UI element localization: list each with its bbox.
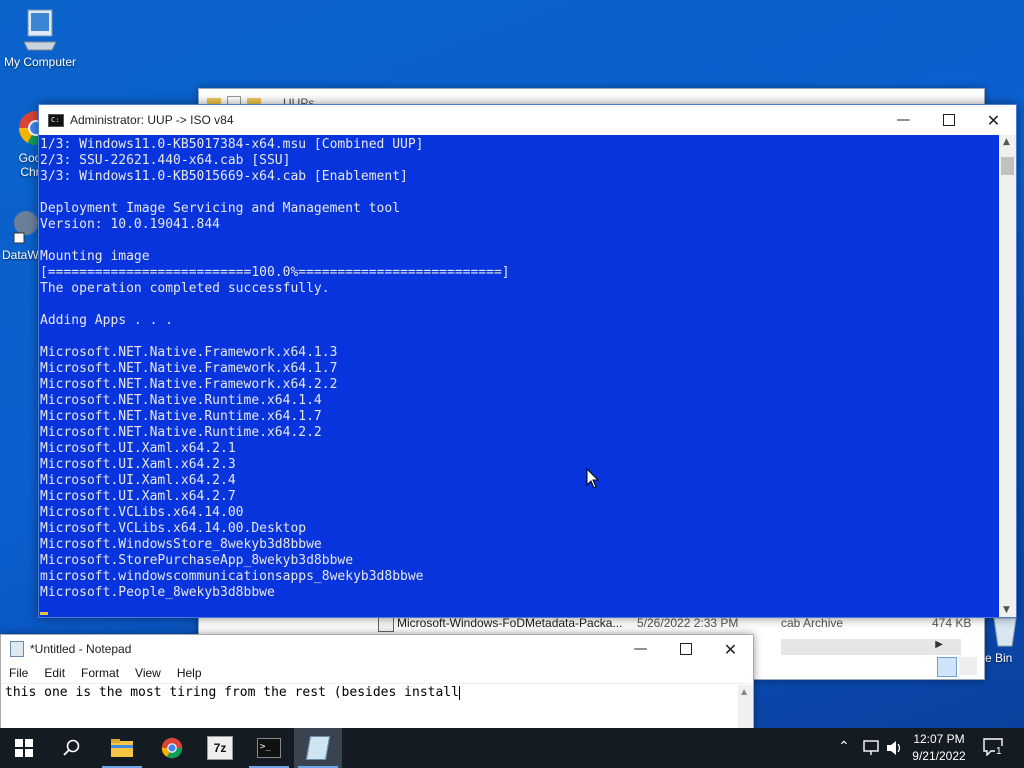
file-size: 474 KB	[932, 616, 972, 630]
minimize-icon: —	[896, 112, 911, 128]
start-button[interactable]	[0, 728, 48, 768]
desktop-icon-label: DataW	[2, 248, 38, 262]
scrollbar-thumb[interactable]	[1001, 157, 1014, 175]
text-caret	[458, 685, 460, 700]
cab-file-icon	[378, 616, 394, 632]
7zip-icon: 7z	[207, 736, 233, 760]
minimize-button[interactable]: —	[618, 635, 663, 663]
desktop-icon-dataw[interactable]: DataW	[2, 205, 38, 275]
file-date: 5/26/2022 2:33 PM	[637, 616, 739, 630]
menu-view[interactable]: View	[127, 666, 169, 680]
menu-format[interactable]: Format	[73, 666, 127, 680]
clock[interactable]: 12:07 PM 9/21/2022	[904, 731, 974, 765]
search-icon	[63, 739, 80, 756]
cmd-vscrollbar[interactable]: ▲ ▼	[999, 135, 1016, 617]
cmd-title: Administrator: UUP -> ISO v84	[70, 113, 234, 127]
maximize-button[interactable]	[663, 635, 708, 663]
close-icon: ✕	[986, 110, 1001, 130]
console-output[interactable]: 1/3: Windows11.0-KB5017384-x64.msu [Comb…	[39, 135, 999, 617]
taskbar-notepad[interactable]	[294, 728, 342, 768]
chrome-icon	[161, 737, 183, 759]
windows-logo-icon	[15, 739, 33, 757]
taskbar-7zip[interactable]: 7z	[196, 728, 244, 768]
menu-help[interactable]: Help	[169, 666, 210, 680]
notepad-window[interactable]: *Untitled - Notepad — ✕ File Edit Format…	[0, 634, 754, 732]
desktop-icon-recycle-bin[interactable]: e Bin	[985, 612, 1024, 672]
maximize-icon	[942, 114, 955, 126]
app-icon	[13, 211, 38, 244]
scroll-down-icon[interactable]: ▼	[1003, 605, 1010, 615]
notepad-vscrollbar[interactable]: ▲	[738, 685, 753, 729]
large-icons-view-button[interactable]	[959, 657, 977, 675]
taskbar-chrome[interactable]	[148, 728, 196, 768]
minimize-button[interactable]: —	[881, 105, 926, 135]
notepad-titlebar[interactable]: *Untitled - Notepad — ✕	[1, 635, 753, 663]
taskbar-command-prompt[interactable]: >_	[245, 728, 293, 768]
console-cursor	[40, 612, 48, 615]
notepad-text: this one is the most tiring from the res…	[5, 685, 459, 700]
close-button[interactable]: ✕	[971, 105, 1016, 135]
folder-icon	[111, 739, 133, 757]
minimize-icon: —	[633, 641, 648, 657]
clock-date: 9/21/2022	[912, 749, 966, 763]
maximize-button[interactable]	[926, 105, 971, 135]
taskbar: 7z >_ ⌃ 12:07 PM 9/21/2022 1	[0, 728, 1024, 768]
network-icon[interactable]	[862, 740, 880, 756]
desktop-icon-google-chrome[interactable]: Goo Chr	[8, 108, 42, 188]
menu-edit[interactable]: Edit	[36, 666, 73, 680]
file-name: Microsoft-Windows-FoDMetadata-Packa...	[397, 616, 623, 630]
menu-file[interactable]: File	[1, 666, 36, 680]
cmd-icon: C:	[48, 113, 64, 127]
show-hidden-icons-button[interactable]: ⌃	[838, 738, 850, 755]
desktop-icon-label: My Computer	[3, 55, 77, 69]
close-icon: ✕	[723, 639, 738, 659]
computer-icon	[23, 9, 57, 51]
close-button[interactable]: ✕	[708, 635, 753, 663]
scroll-up-icon[interactable]: ▲	[1003, 137, 1010, 147]
details-view-button[interactable]	[937, 657, 957, 677]
scroll-right-icon[interactable]: ▶	[935, 639, 943, 650]
scroll-up-icon[interactable]: ▲	[741, 687, 747, 696]
notepad-icon	[305, 736, 331, 760]
search-button[interactable]	[48, 728, 96, 768]
notepad-icon	[10, 641, 24, 657]
taskbar-file-explorer[interactable]	[98, 728, 146, 768]
notepad-menubar: File Edit Format View Help	[1, 663, 753, 684]
clock-time: 12:07 PM	[913, 732, 965, 746]
notification-count: 1	[995, 746, 1003, 757]
notepad-title: *Untitled - Notepad	[30, 642, 132, 656]
desktop-icon-my-computer[interactable]: My Computer	[0, 8, 80, 69]
mouse-pointer-icon	[586, 468, 600, 489]
action-center-button[interactable]: 1	[978, 736, 1008, 760]
cmd-icon: >_	[257, 738, 281, 758]
cmd-titlebar[interactable]: C: Administrator: UUP -> ISO v84 — ✕	[39, 105, 1016, 135]
file-type: cab Archive	[781, 616, 844, 630]
explorer-hscrollbar[interactable]: ▶	[781, 639, 961, 655]
command-prompt-window[interactable]: C: Administrator: UUP -> ISO v84 — ✕ 1/3…	[38, 104, 1017, 618]
desktop-icon-label: e Bin	[985, 651, 1013, 665]
notepad-text-area[interactable]: this one is the most tiring from the res…	[5, 685, 460, 700]
console-text: 1/3: Windows11.0-KB5017384-x64.msu [Comb…	[40, 137, 510, 600]
volume-icon[interactable]	[886, 740, 904, 756]
maximize-icon	[679, 643, 692, 655]
